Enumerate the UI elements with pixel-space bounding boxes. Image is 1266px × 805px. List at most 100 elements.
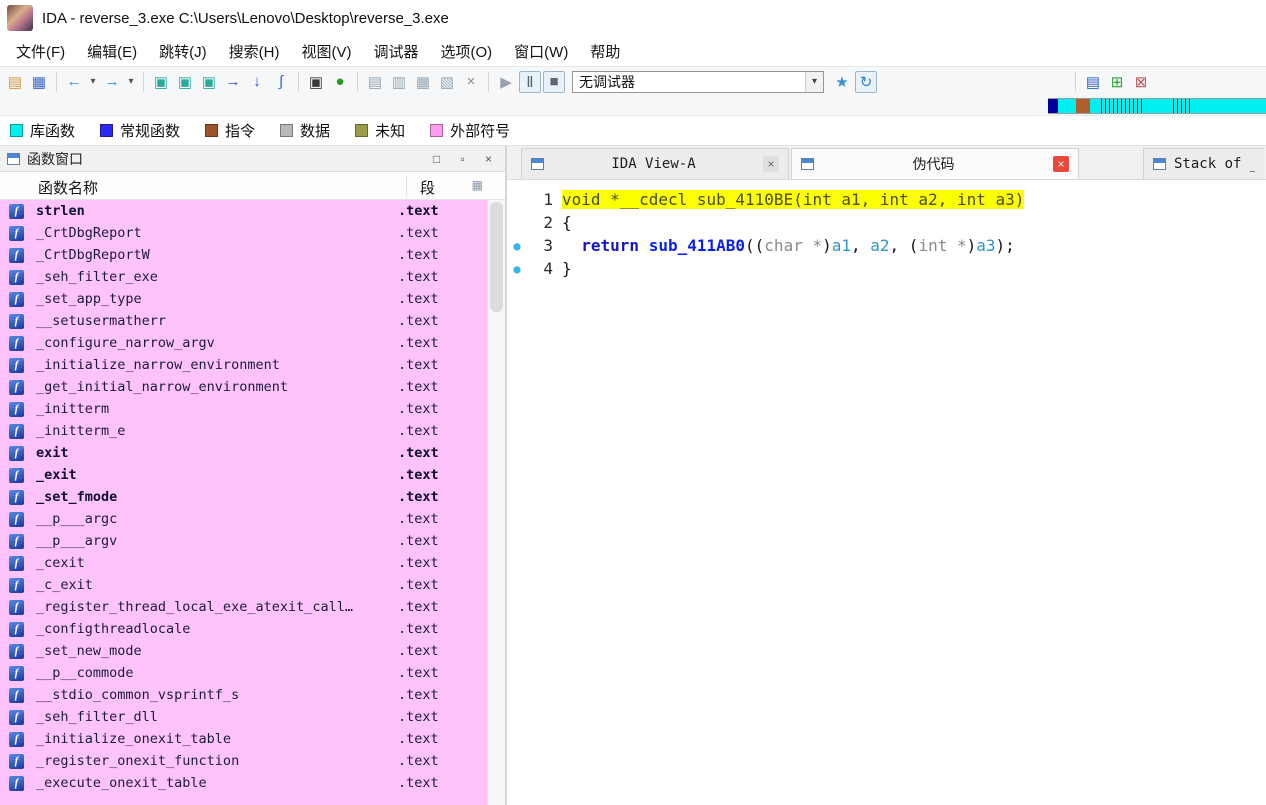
function-row[interactable]: f _CrtDbgReport .text xyxy=(0,222,488,244)
function-row[interactable]: f __p___argv .text xyxy=(0,530,488,552)
open-file-icon[interactable]: ▤ xyxy=(4,71,26,93)
debugger-select[interactable]: 无调试器 ▾ xyxy=(572,70,824,93)
toolbar-separator xyxy=(298,71,299,92)
close-view-icon[interactable]: × xyxy=(460,71,482,93)
code-line[interactable]: ● 4} xyxy=(507,257,1266,280)
toolbar-separator xyxy=(357,71,358,92)
legend-label: 外部符号 xyxy=(450,123,511,140)
tab-pseudocode[interactable]: 伪代码 × xyxy=(791,148,1079,179)
column-settings-icon[interactable]: ▦ xyxy=(472,178,483,192)
code-line[interactable]: ●1void *__cdecl sub_4110BE(int a1, int a… xyxy=(507,188,1266,211)
pseudocode-view: ● 1 void *__cdecl sub_4110BE(int a1, int a… xyxy=(507,180,1266,805)
copy-view-icon[interactable]: ▣ xyxy=(150,71,172,93)
function-row[interactable]: f _exit .text xyxy=(0,464,488,486)
copy-segment-icon[interactable]: ▣ xyxy=(198,71,220,93)
attach-process-icon[interactable]: ★ xyxy=(831,71,853,93)
stop-process-icon[interactable]: ■ xyxy=(543,70,565,93)
function-row[interactable]: f _get_initial_narrow_environment .text xyxy=(0,376,488,398)
graph-view-icon[interactable]: ▥ xyxy=(388,71,410,93)
function-row[interactable]: f _set_new_mode .text xyxy=(0,640,488,662)
function-row[interactable]: f _c_exit .text xyxy=(0,574,488,596)
delete-view-icon[interactable]: ⊠ xyxy=(1130,71,1152,93)
function-row[interactable]: f __setusermatherr .text xyxy=(0,310,488,332)
pause-process-icon[interactable]: Ⅱ xyxy=(519,70,541,93)
function-segment: .text xyxy=(398,489,439,505)
new-view-icon[interactable]: ⊞ xyxy=(1106,71,1128,93)
function-row[interactable]: f _cexit .text xyxy=(0,552,488,574)
tab-ida-view[interactable]: IDA View-A × xyxy=(521,148,789,179)
start-process-icon[interactable]: ▶ xyxy=(495,71,517,93)
function-segment: .text xyxy=(398,291,439,307)
menu-options[interactable]: 选项(O) xyxy=(430,37,504,66)
function-row[interactable]: f __stdio_common_vsprintf_s .text xyxy=(0,684,488,706)
menu-file[interactable]: 文件(F) xyxy=(5,37,76,66)
function-row[interactable]: f _initialize_narrow_environment .text xyxy=(0,354,488,376)
function-row[interactable]: f _initterm_e .text xyxy=(0,420,488,442)
function-row[interactable]: f _seh_filter_exe .text xyxy=(0,266,488,288)
column-function-name[interactable]: 函数名称 xyxy=(38,177,98,198)
menu-edit[interactable]: 编辑(E) xyxy=(76,37,148,66)
code-line[interactable]: ● 3 return sub_411AB0((char *)a1, a2, (in… xyxy=(507,234,1266,257)
code-text: } xyxy=(562,259,572,278)
xref-graph-icon[interactable]: ▧ xyxy=(436,71,458,93)
jump-down-icon[interactable]: ↓ xyxy=(246,71,268,93)
functions-scrollbar[interactable] xyxy=(487,200,505,805)
navigation-band[interactable] xyxy=(1048,97,1266,114)
function-row[interactable]: f _seh_filter_dll .text xyxy=(0,706,488,728)
combo-dropdown-icon[interactable]: ▾ xyxy=(805,71,823,92)
function-row[interactable]: f strlen .text xyxy=(0,200,488,222)
jump-address-icon[interactable]: → xyxy=(222,71,244,93)
windows-list-icon[interactable]: ▤ xyxy=(1082,71,1104,93)
function-row[interactable]: f _execute_onexit_table .text xyxy=(0,772,488,794)
refresh-icon[interactable]: ↻ xyxy=(855,70,877,93)
function-segment: .text xyxy=(398,687,439,703)
function-row[interactable]: f _register_thread_local_exe_atexit_call…… xyxy=(0,596,488,618)
function-row[interactable]: f _configthreadlocale .text xyxy=(0,618,488,640)
legend-label: 指令 xyxy=(225,123,256,140)
navigate-forward-dropdown-icon[interactable]: ▾ xyxy=(125,71,137,93)
function-row[interactable]: f _register_onexit_function .text xyxy=(0,750,488,772)
function-segment: .text xyxy=(398,467,439,483)
line-number: 3 xyxy=(543,236,553,255)
function-row[interactable]: f _initterm .text xyxy=(0,398,488,420)
call-graph-icon[interactable]: ▦ xyxy=(412,71,434,93)
lasso-icon[interactable]: ∫ xyxy=(270,71,292,93)
menu-help[interactable]: 帮助 xyxy=(579,37,631,66)
menu-view[interactable]: 视图(V) xyxy=(290,37,362,66)
tab-close-icon[interactable]: × xyxy=(763,156,779,172)
function-row[interactable]: f __p___argc .text xyxy=(0,508,488,530)
menu-jump[interactable]: 跳转(J) xyxy=(148,37,218,66)
flow-chart-icon[interactable]: ▤ xyxy=(364,71,386,93)
code-line[interactable]: ●2{ xyxy=(507,211,1266,234)
snapshot-icon[interactable]: ▣ xyxy=(305,71,327,93)
function-row[interactable]: f _initialize_onexit_table .text xyxy=(0,728,488,750)
function-icon: f xyxy=(9,687,24,703)
function-row[interactable]: f _configure_narrow_argv .text xyxy=(0,332,488,354)
function-row[interactable]: f _set_app_type .text xyxy=(0,288,488,310)
function-row[interactable]: f _set_fmode .text xyxy=(0,486,488,508)
menu-debugger[interactable]: 调试器 xyxy=(362,37,429,66)
navigate-back-dropdown-icon[interactable]: ▾ xyxy=(87,71,99,93)
column-divider[interactable] xyxy=(406,175,407,196)
function-row[interactable]: f exit .text xyxy=(0,442,488,464)
copy-name-icon[interactable]: ▣ xyxy=(174,71,196,93)
panel-close-button[interactable]: × xyxy=(479,150,498,167)
legend-swatch xyxy=(355,124,369,137)
legend-label: 未知 xyxy=(375,123,406,140)
tab-close-icon[interactable]: × xyxy=(1053,156,1069,172)
function-name: _initialize_onexit_table xyxy=(36,731,232,747)
navigate-back-icon[interactable]: ← xyxy=(63,71,85,93)
function-icon: f xyxy=(9,753,24,769)
menu-windows[interactable]: 窗口(W) xyxy=(503,37,579,66)
panel-float-button[interactable]: ▫ xyxy=(453,150,472,167)
column-segment[interactable]: 段 xyxy=(420,177,435,198)
menu-search[interactable]: 搜索(H) xyxy=(218,37,291,66)
panel-restore-button[interactable]: □ xyxy=(427,150,446,167)
save-icon[interactable]: ▦ xyxy=(28,71,50,93)
function-row[interactable]: f _CrtDbgReportW .text xyxy=(0,244,488,266)
function-row[interactable]: f __p__commode .text xyxy=(0,662,488,684)
navigate-forward-icon[interactable]: → xyxy=(101,71,123,93)
color-enabled-icon[interactable]: ● xyxy=(329,71,351,93)
tab-stack[interactable]: Stack of _m xyxy=(1143,148,1264,179)
functions-scrollbar-thumb[interactable] xyxy=(490,202,503,312)
